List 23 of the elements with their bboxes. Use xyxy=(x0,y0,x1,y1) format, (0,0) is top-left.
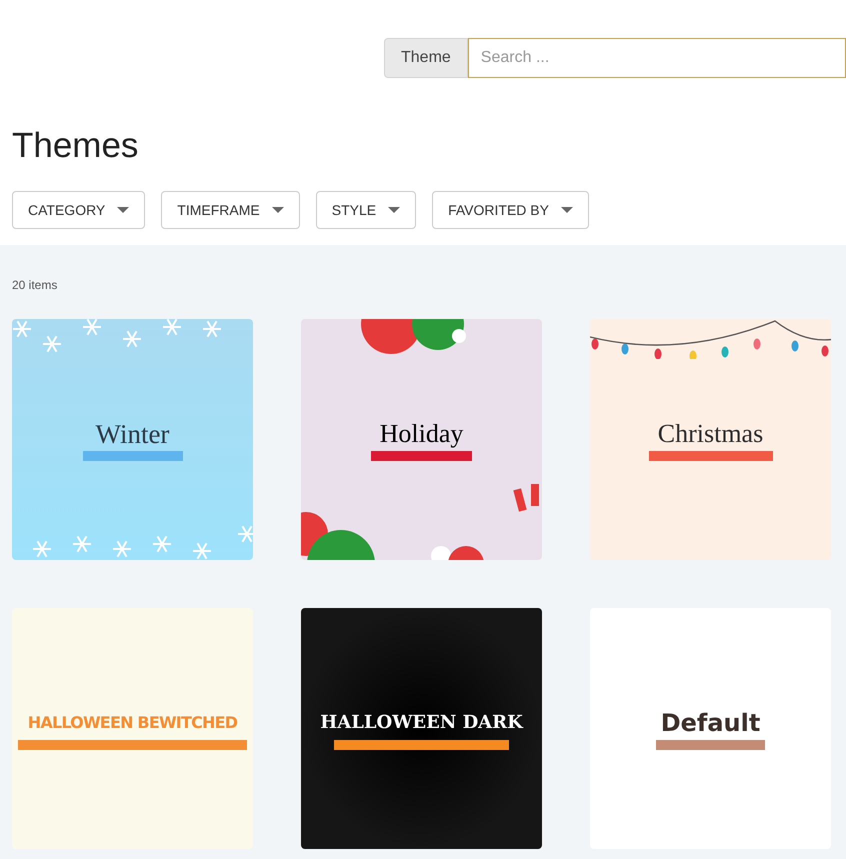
caret-icon xyxy=(560,207,573,213)
item-count: 20 items xyxy=(12,277,58,294)
theme-card[interactable]: Default xyxy=(590,608,831,849)
theme-name: HALLOWEEN DARK xyxy=(320,710,523,734)
filter-dropdown[interactable]: STYLE xyxy=(316,191,416,229)
caret-icon xyxy=(388,207,400,213)
theme-name: Holiday xyxy=(380,418,464,448)
search-scope-label: Theme xyxy=(384,38,468,78)
theme-name: HALLOWEEN BEWITCHED xyxy=(28,712,238,734)
search-field[interactable]: Search ... xyxy=(468,38,846,78)
theme-name: Winter xyxy=(96,418,170,448)
filter-dropdown[interactable]: CATEGORY xyxy=(12,191,146,229)
theme-card[interactable]: Christmas xyxy=(590,319,831,560)
theme-card[interactable]: Winter xyxy=(12,319,253,560)
filter-dropdown[interactable]: FAVORITED BY xyxy=(432,191,589,229)
theme-name: Default xyxy=(660,708,760,738)
filter-dropdown[interactable]: TIMEFRAME xyxy=(161,191,300,229)
caret-icon xyxy=(272,207,284,213)
page-title: Themes xyxy=(12,126,140,166)
caret-icon xyxy=(117,207,130,213)
theme-card[interactable]: HALLOWEEN DARK xyxy=(301,608,542,849)
theme-name: Christmas xyxy=(658,418,764,448)
theme-card[interactable]: Holiday xyxy=(301,319,542,560)
